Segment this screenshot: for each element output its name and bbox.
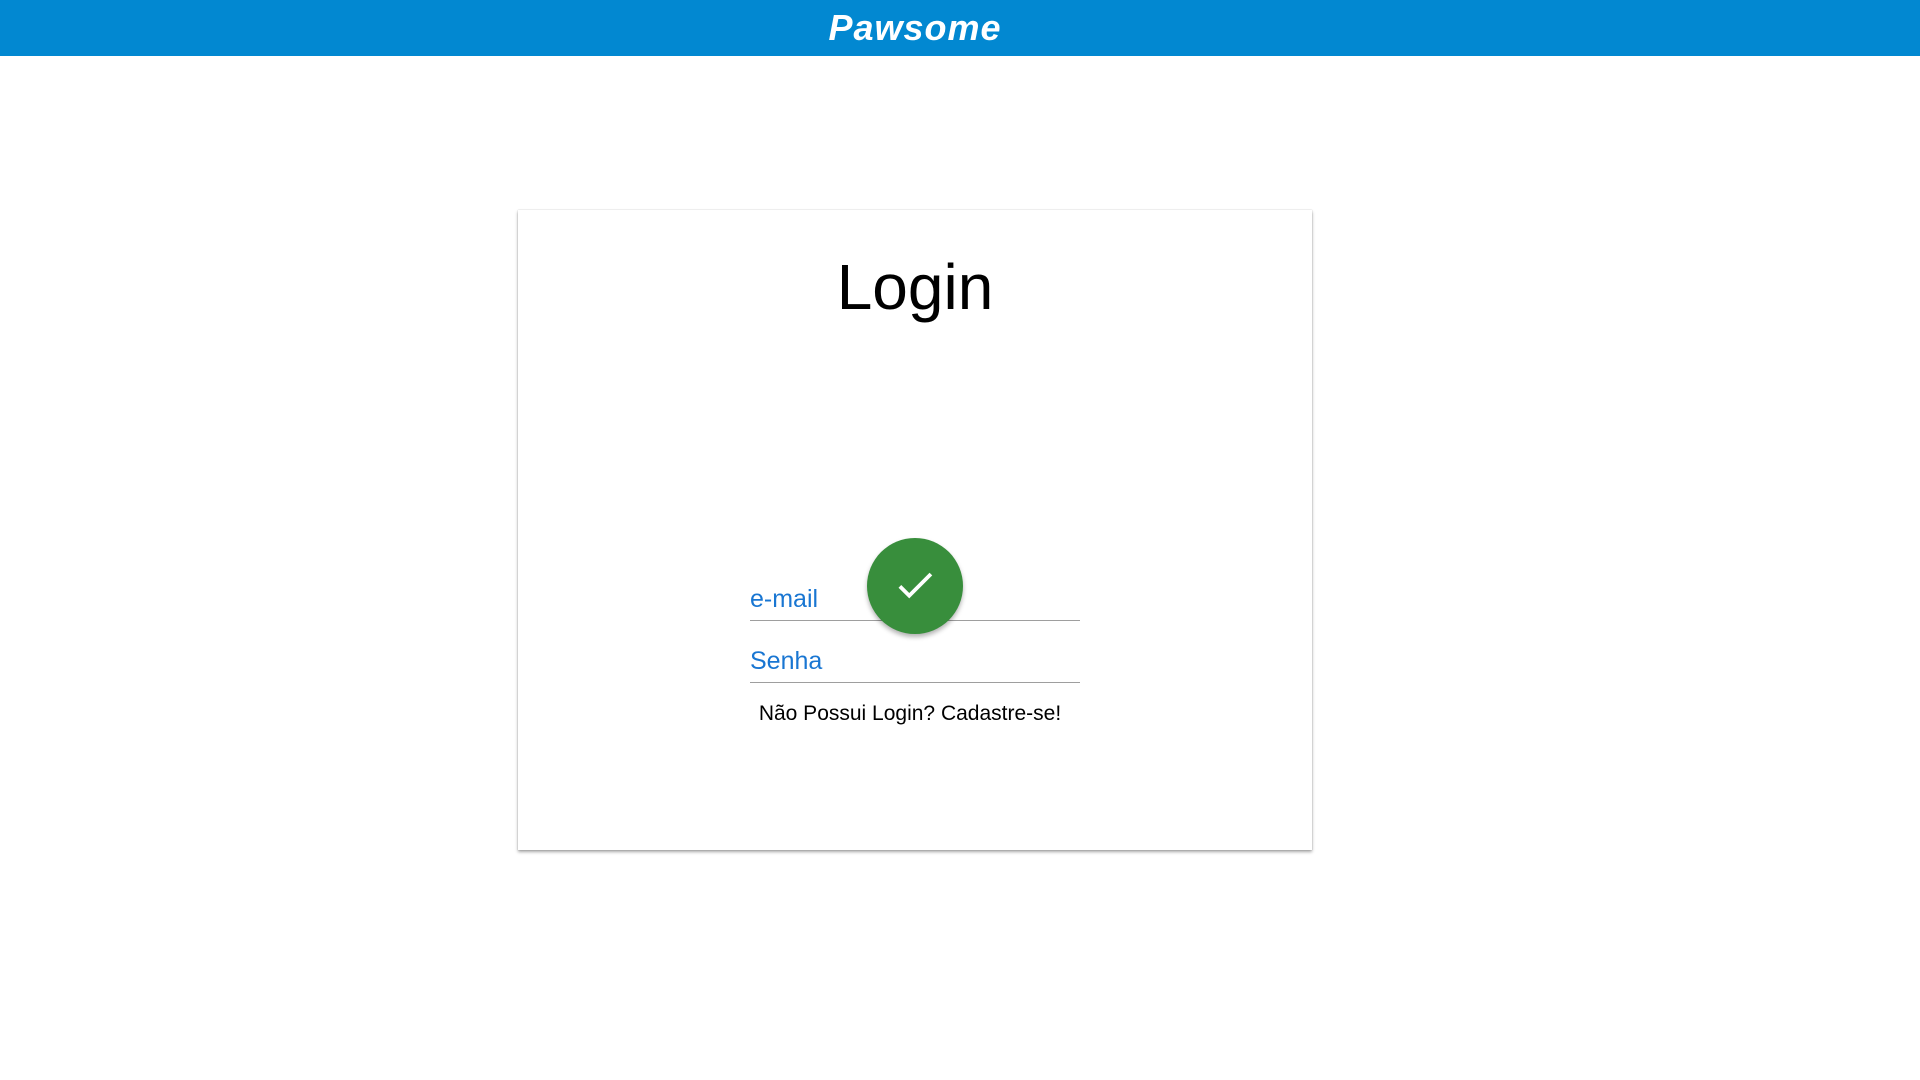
login-card: Login Não Possui Login? Cadastre-se! <box>518 210 1312 850</box>
submit-button[interactable] <box>867 538 963 634</box>
brand-logo[interactable]: Pawsome <box>0 0 1830 56</box>
app-header: Pawsome <box>0 0 1920 56</box>
signup-link[interactable]: Não Possui Login? Cadastre-se! <box>518 702 1302 726</box>
check-icon <box>892 562 938 611</box>
page-title: Login <box>836 251 994 323</box>
password-field[interactable] <box>750 640 1080 683</box>
